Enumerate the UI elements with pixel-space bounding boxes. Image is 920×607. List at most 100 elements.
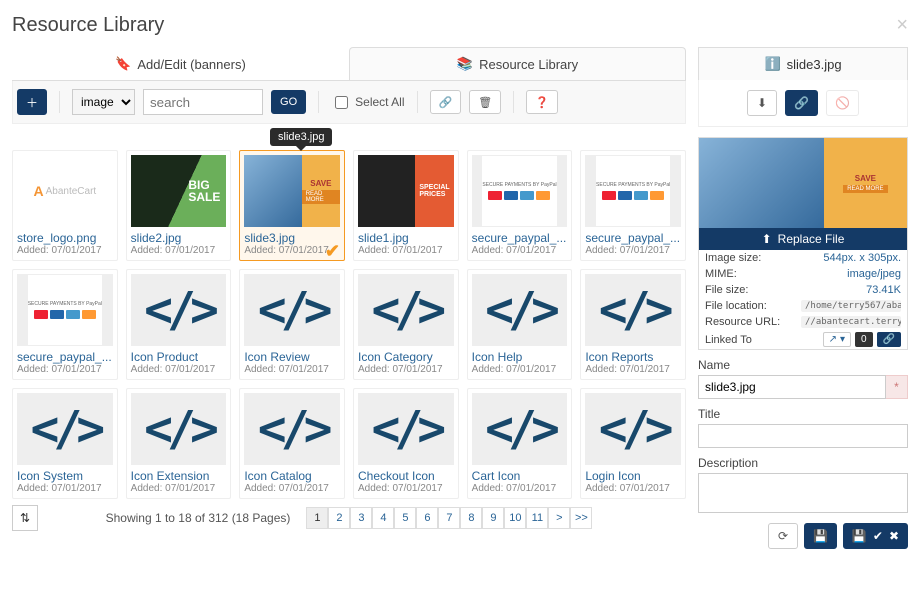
select-all-checkbox[interactable] [335,96,348,109]
unmap-button[interactable]: 🚫 [826,90,859,116]
meta-key: File size: [705,284,748,296]
relink-chip[interactable]: 🔗 [877,332,901,347]
save-confirm-cancel-button[interactable]: 💾 ✔ ✖ [843,523,908,549]
resource-name: store_logo.png [17,231,113,245]
separator [513,91,514,113]
resource-card[interactable]: </>Checkout IconAdded: 07/01/2017 [353,388,459,499]
replace-file-button[interactable]: ⬆ Replace File [699,228,907,250]
page-button[interactable]: 4 [372,507,394,529]
page-button[interactable]: 7 [438,507,460,529]
resource-date: Added: 07/01/2017 [131,245,227,256]
download-button[interactable]: ⬇ [747,90,777,116]
resource-date: Added: 07/01/2017 [472,364,568,375]
resource-card[interactable]: SECURE PAYMENTS BY PayPalsecure_paypal_.… [467,150,573,261]
code-icon: </> [144,282,213,338]
meta-key: File location: [705,300,767,312]
name-input[interactable] [698,375,886,399]
page-button[interactable]: 8 [460,507,482,529]
resource-date: Added: 07/01/2017 [244,483,340,494]
link-icon: 🔗 [794,96,809,110]
link-icon: 🔗 [439,96,453,109]
code-icon: </> [258,282,327,338]
open-link-chip[interactable]: ↗▾ [823,332,851,347]
thumbnail: </> [244,393,340,465]
resource-card[interactable]: </>Icon HelpAdded: 07/01/2017 [467,269,573,380]
sort-icon: ⇅ [20,511,30,525]
resource-card[interactable]: AAbanteCartstore_logo.pngAdded: 07/01/20… [12,150,118,261]
resource-card[interactable]: </>Icon ReportsAdded: 07/01/2017 [580,269,686,380]
tab-resource-library[interactable]: 📚 Resource Library [349,47,686,80]
resource-card[interactable]: </>Login IconAdded: 07/01/2017 [580,388,686,499]
code-icon: </> [599,282,668,338]
meta-val: /home/terry567/abant [801,300,901,312]
resource-date: Added: 07/01/2017 [358,364,454,375]
description-input[interactable] [698,473,908,513]
type-select[interactable]: image [72,89,135,115]
page-button[interactable]: > [548,507,570,529]
resource-name: Login Icon [585,469,681,483]
resource-card[interactable]: </>Icon CategoryAdded: 07/01/2017 [353,269,459,380]
resource-name: Cart Icon [472,469,568,483]
select-all[interactable]: Select All [331,93,404,112]
plus-icon: ＋ [26,94,38,111]
page-button[interactable]: 1 [306,507,328,529]
resource-card[interactable]: </>Icon ProductAdded: 07/01/2017 [126,269,232,380]
meta-key: Resource URL: [705,316,780,328]
page-button[interactable]: 9 [482,507,504,529]
resource-card[interactable]: SECURE PAYMENTS BY PayPalsecure_paypal_.… [580,150,686,261]
resource-card[interactable]: BIGSALEslide2.jpgAdded: 07/01/2017 [126,150,232,261]
thumbnail: </> [358,274,454,346]
page-button[interactable]: 11 [526,507,548,529]
help-button[interactable]: ❓ [526,90,558,114]
save-icon: 💾 [813,529,828,543]
thumbnail: BIGSALE [131,155,227,227]
name-label: Name [698,358,908,372]
page-button[interactable]: 5 [394,507,416,529]
go-button[interactable]: GO [271,90,306,114]
code-icon: </> [485,401,554,457]
resource-date: Added: 07/01/2017 [472,245,568,256]
link-button[interactable]: 🔗 [430,90,462,114]
resource-card[interactable]: SECURE PAYMENTS BY PayPalsecure_paypal_.… [12,269,118,380]
page-button[interactable]: >> [570,507,592,529]
sort-button[interactable]: ⇅ [12,505,38,531]
delete-button[interactable]: 🗑 [469,90,501,114]
title-input[interactable] [698,424,908,448]
meta-val: 73.41K [866,284,901,296]
link-button[interactable]: 🔗 [785,90,818,116]
help-icon: ❓ [535,96,549,109]
resource-card[interactable]: </>Icon CatalogAdded: 07/01/2017 [239,388,345,499]
select-all-label: Select All [355,95,404,109]
resource-name: secure_paypal_... [472,231,568,245]
resource-name: secure_paypal_... [585,231,681,245]
page-button[interactable]: 10 [504,507,526,529]
thumbnail: </> [17,393,113,465]
code-icon: </> [371,401,440,457]
resource-card[interactable]: </>Icon ReviewAdded: 07/01/2017 [239,269,345,380]
separator [417,91,418,113]
thumbnail: </> [131,393,227,465]
save-icon: 💾 [852,529,867,543]
resource-card[interactable]: </>Icon ExtensionAdded: 07/01/2017 [126,388,232,499]
detail-tab[interactable]: ℹ️ slide3.jpg [698,47,908,80]
resource-card[interactable]: </>Cart IconAdded: 07/01/2017 [467,388,573,499]
required-indicator: * [886,375,908,399]
resource-card[interactable]: </>Icon SystemAdded: 07/01/2017 [12,388,118,499]
resource-card[interactable]: SAVEREAD MOREslide3.jpgAdded: 07/01/2017… [239,150,345,261]
refresh-button[interactable]: ⟳ [768,523,798,549]
resource-name: Icon System [17,469,113,483]
resource-date: Added: 07/01/2017✔ [244,245,340,256]
page-button[interactable]: 3 [350,507,372,529]
page-button[interactable]: 6 [416,507,438,529]
page-button[interactable]: 2 [328,507,350,529]
check-icon: ✔ [873,529,883,543]
add-button[interactable]: ＋ [17,89,47,115]
tab-add-edit[interactable]: 🔖 Add/Edit (banners) [12,47,349,80]
close-icon[interactable]: × [896,14,908,37]
resource-card[interactable]: SPECIALPRICESslide1.jpgAdded: 07/01/2017 [353,150,459,261]
code-icon: </> [144,401,213,457]
info-icon: ℹ️ [764,56,780,72]
search-input[interactable] [143,89,263,115]
save-button[interactable]: 💾 [804,523,837,549]
download-icon: ⬇ [757,96,767,110]
